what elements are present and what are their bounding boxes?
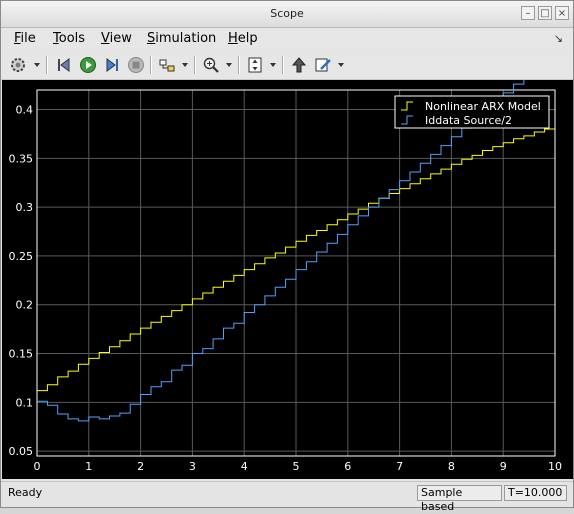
toolbar-separator — [46, 56, 48, 74]
window-title: Scope — [270, 7, 304, 20]
toolbar — [1, 51, 573, 80]
zoom-dropdown-icon[interactable] — [226, 63, 232, 67]
y-tick-label: 0.1 — [16, 396, 34, 409]
scope-window: Scope – □ × File Tools View Simulation H… — [0, 0, 574, 513]
status-ready: Ready — [8, 486, 43, 499]
status-time: T=10.000 — [504, 485, 567, 501]
x-tick-label: 5 — [293, 460, 300, 473]
menu-help[interactable]: Help — [228, 31, 258, 46]
edit-style-icon[interactable] — [312, 54, 334, 76]
y-tick-label: 0.05 — [9, 445, 34, 458]
dock-icon[interactable]: ↘ — [554, 32, 563, 45]
x-tick-label: 8 — [448, 460, 455, 473]
step-forward-icon[interactable] — [101, 54, 123, 76]
x-tick-label: 4 — [241, 460, 248, 473]
status-bar: Ready Sample based T=10.000 — [1, 481, 573, 513]
title-bar[interactable]: Scope – □ × — [1, 1, 573, 28]
scope-chart[interactable]: 0 1 2 3 4 5 6 7 8 9 10 0.05 0.1 0.15 0.2 0.25 0.3 0.35 0.4… — [2, 57, 573, 479]
scope-display[interactable]: 0 1 2 3 4 5 6 7 8 9 10 0.05 0.1 0.15 0.2 0.25 0.3 0.35 0.4… — [2, 57, 573, 479]
gear-dropdown-icon[interactable] — [34, 63, 40, 67]
toolbar-separator — [150, 56, 152, 74]
menu-help-rest: elp — [237, 31, 258, 46]
x-tick-label: 7 — [396, 460, 403, 473]
x-tick-label: 1 — [85, 460, 92, 473]
legend-label-2: Iddata Source/2 — [425, 114, 512, 127]
toolbar-separator — [238, 56, 240, 74]
autoscale-dropdown-icon[interactable] — [270, 63, 276, 67]
toolbar-separator — [282, 56, 284, 74]
menu-tools[interactable]: Tools — [53, 31, 85, 46]
y-tick-label: 0.15 — [9, 348, 34, 361]
highlight-block-icon[interactable] — [288, 54, 310, 76]
minimize-button[interactable]: – — [521, 6, 535, 20]
menu-file-rest: ile — [20, 31, 36, 46]
y-tick-label: 0.25 — [9, 250, 34, 263]
toolbar-separator — [194, 56, 196, 74]
legend-label-1: Nonlinear ARX Model — [425, 100, 541, 113]
menu-simulation[interactable]: Simulation — [147, 31, 216, 46]
zoom-in-icon[interactable] — [200, 54, 222, 76]
menu-file[interactable]: File — [14, 31, 36, 46]
y-tick-label: 0.4 — [16, 104, 34, 117]
menu-tools-rest: ools — [58, 31, 86, 46]
maximize-button[interactable]: □ — [538, 6, 552, 20]
stop-icon[interactable] — [125, 54, 147, 76]
run-icon[interactable] — [77, 54, 99, 76]
signal-selector-icon[interactable] — [156, 54, 178, 76]
status-sample-mode: Sample based — [417, 485, 502, 513]
menu-view[interactable]: View — [101, 31, 132, 46]
close-button[interactable]: × — [555, 6, 569, 20]
x-tick-label: 9 — [500, 460, 507, 473]
step-back-icon[interactable] — [53, 54, 75, 76]
menu-view-rest: iew — [109, 31, 132, 46]
x-tick-label: 10 — [548, 460, 562, 473]
menu-bar: File Tools View Simulation Help ↘ — [1, 28, 573, 50]
autoscale-icon[interactable] — [244, 54, 266, 76]
menu-simulation-rest: imulation — [155, 31, 217, 46]
y-tick-label: 0.35 — [9, 152, 34, 165]
x-tick-label: 0 — [34, 460, 41, 473]
edit-style-dropdown-icon[interactable] — [338, 63, 344, 67]
y-tick-label: 0.3 — [16, 201, 34, 214]
signal-selector-dropdown-icon[interactable] — [182, 63, 188, 67]
y-tick-label: 0.2 — [16, 299, 34, 312]
window-controls: – □ × — [521, 6, 569, 20]
x-tick-label: 3 — [189, 460, 196, 473]
gear-icon[interactable] — [7, 54, 29, 76]
x-tick-label: 6 — [344, 460, 351, 473]
x-tick-label: 2 — [137, 460, 144, 473]
